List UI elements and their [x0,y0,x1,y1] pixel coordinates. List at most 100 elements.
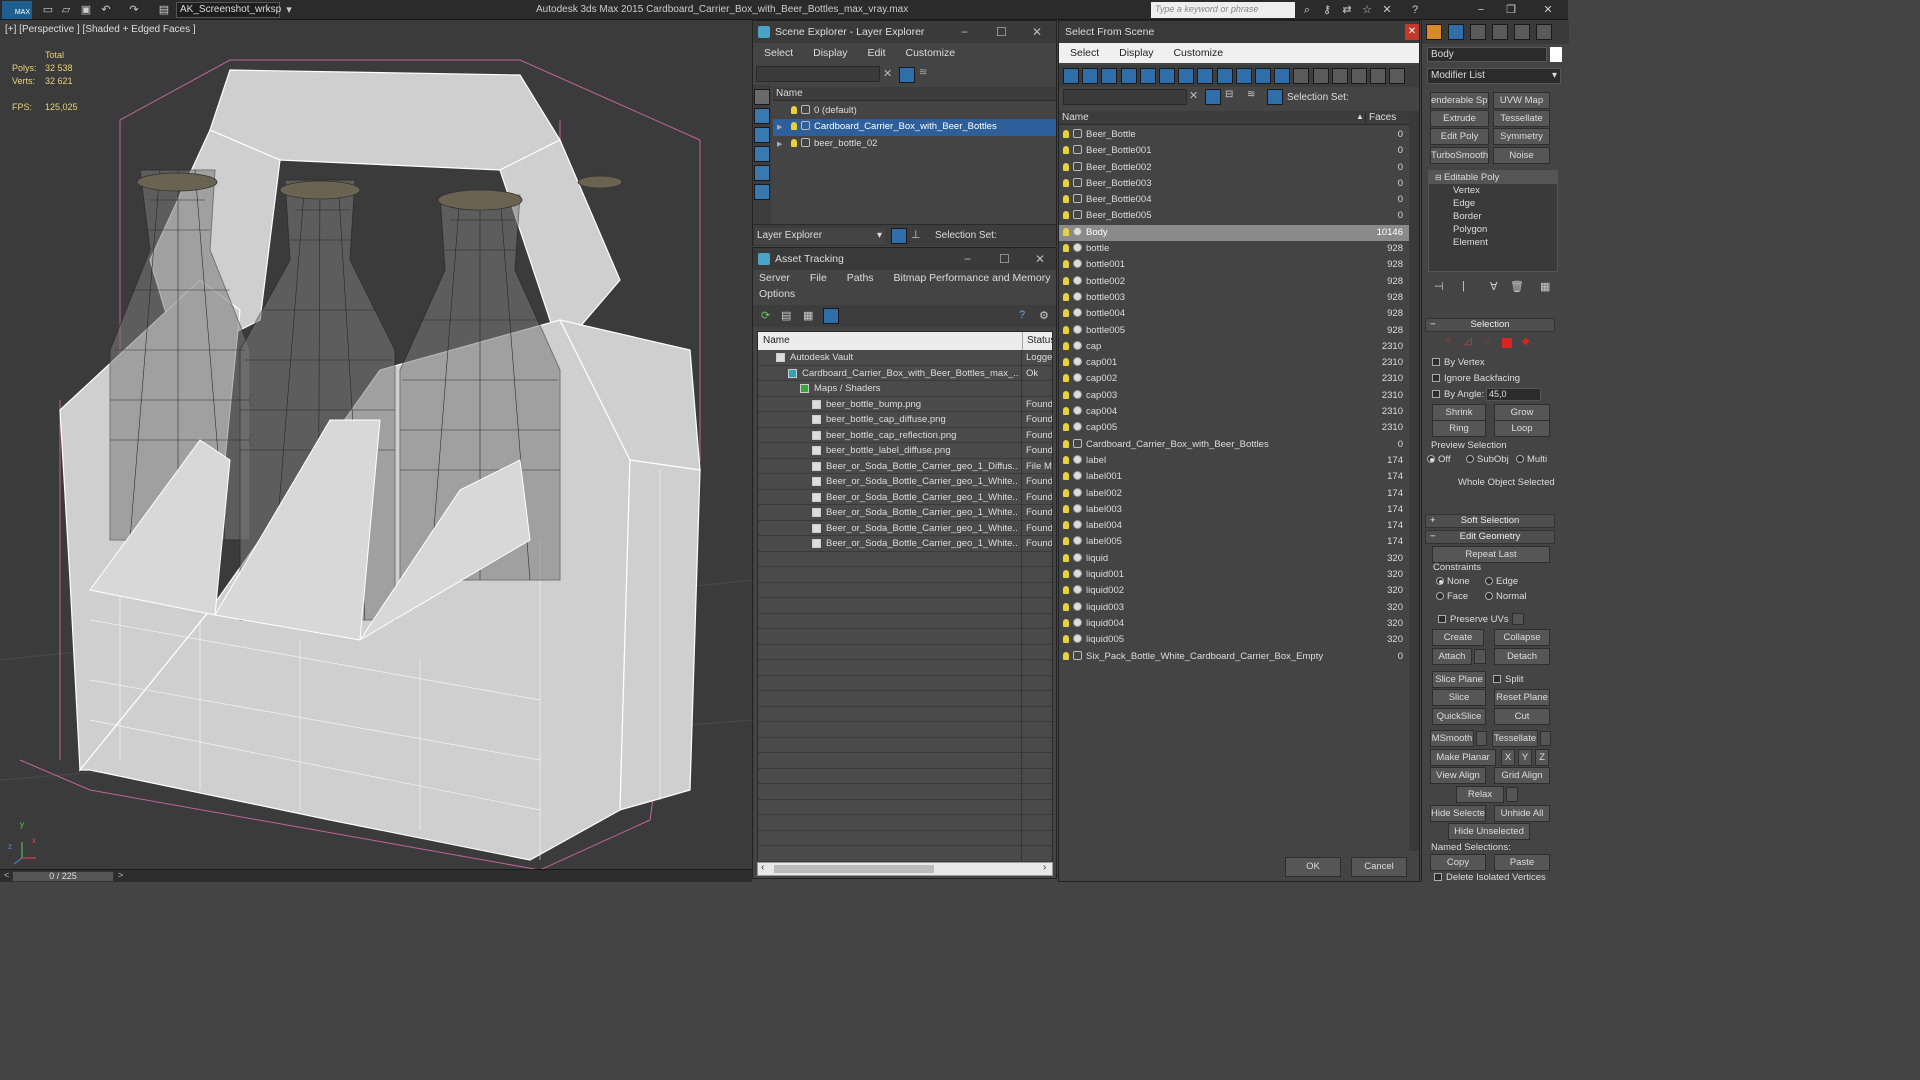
edge-mode-icon[interactable]: ◿ [1464,336,1472,347]
asset-row[interactable]: beer_bottle_cap_reflection.png Found [758,428,1052,443]
display-spacewarps-icon[interactable] [754,184,770,200]
scene-object-row[interactable]: bottle002 928 [1059,274,1409,290]
filter-helpers-icon[interactable] [1139,68,1156,84]
menu-paths[interactable]: Paths [847,272,874,284]
scene-object-row[interactable]: Beer_Bottle003 0 [1059,176,1409,192]
close-icon[interactable]: ✕ [1540,3,1556,17]
light-bulb-icon[interactable] [1063,390,1069,399]
filter-icon[interactable] [899,67,915,83]
menu-select[interactable]: Select [764,47,793,59]
preview-off-radio[interactable]: Off [1427,454,1451,465]
scene-object-row[interactable]: Six_Pack_Bottle_White_Cardboard_Carrier_… [1059,649,1409,665]
help-icon[interactable]: ? [1407,3,1423,17]
scene-explorer-titlebar[interactable]: Scene Explorer - Layer Explorer − ☐ ✕ [753,21,1056,43]
layer-row[interactable]: ▶ beer_bottle_02 [773,136,1056,152]
ring-button[interactable]: Ring [1432,420,1486,437]
filter-display-all-icon[interactable] [1293,68,1310,84]
light-bulb-icon[interactable] [1063,244,1069,253]
layer-row-selected[interactable]: ▶ Cardboard_Carrier_Box_with_Beer_Bottles [773,119,1056,136]
light-bulb-icon[interactable] [1063,537,1069,546]
view-align-button[interactable]: View Align [1430,767,1486,784]
scene-object-row[interactable]: liquid004 320 [1059,616,1409,632]
hide-selected-button[interactable]: Hide Selected [1430,805,1486,822]
asset-row[interactable]: Autodesk Vault Logged [758,350,1052,366]
modifier-edit-poly-button[interactable]: Edit Poly [1430,128,1489,145]
light-bulb-icon[interactable] [1063,358,1069,367]
scene-object-row[interactable]: bottle004 928 [1059,306,1409,322]
explorer-type-dropdown[interactable]: Layer Explorer ▾ [755,228,885,244]
select-from-scene-titlebar[interactable]: Select From Scene ✕ [1059,21,1419,43]
create-button[interactable]: Create [1432,629,1484,646]
selection-rollout[interactable]: − Selection [1425,318,1555,332]
filter-icon[interactable] [1205,89,1221,105]
grow-button[interactable]: Grow [1494,404,1550,421]
light-bulb-icon[interactable] [1063,325,1069,334]
light-bulb-icon[interactable] [1063,423,1069,432]
paste-button[interactable]: Paste [1494,854,1550,871]
binoculars-icon[interactable]: ⌕ [1299,3,1315,17]
tessellate-settings-icon[interactable] [1540,731,1551,746]
repeat-last-button[interactable]: Repeat Last [1432,546,1550,563]
msmooth-button[interactable]: MSmooth [1430,730,1474,747]
tessellate-button[interactable]: Tessellate [1492,730,1538,747]
timeline-frame[interactable]: 0 / 225 [12,871,114,882]
reset-plane-button[interactable]: Reset Plane [1494,689,1550,706]
scene-object-row[interactable]: Beer_Bottle005 0 [1059,208,1409,224]
remove-modifier-icon[interactable]: 🗑 [1510,280,1524,293]
maximize-icon[interactable]: ☐ [999,248,1010,270]
ignore-backfacing-checkbox[interactable]: Ignore Backfacing [1432,373,1520,384]
scene-object-row[interactable]: cap 2310 [1059,339,1409,355]
thumbnail-icon[interactable]: ▦ [803,309,813,322]
light-bulb-icon[interactable] [1063,602,1069,611]
light-bulb-icon[interactable] [1063,618,1069,627]
menu-customize[interactable]: Customize [905,47,955,59]
scene-object-row[interactable]: liquid005 320 [1059,632,1409,648]
scene-object-row[interactable]: cap002 2310 [1059,371,1409,387]
light-bulb-icon[interactable] [1063,227,1069,236]
scene-object-row-selected[interactable]: Body 10146 [1059,224,1409,242]
table-view-icon[interactable] [823,308,839,324]
delete-isolated-checkbox[interactable]: Delete Isolated Vertices [1434,872,1546,883]
layers-toggle-icon[interactable]: ≋ [919,67,933,81]
scroll-thumb[interactable] [774,865,934,873]
filter-containers-icon[interactable] [1235,68,1252,84]
light-bulb-icon[interactable] [1063,553,1069,562]
column-status[interactable]: Status [1022,332,1052,350]
close-icon[interactable]: ✕ [1032,21,1042,43]
menu-select[interactable]: Select [1070,47,1099,59]
split-checkbox[interactable]: Split [1493,674,1523,685]
motion-tab-icon[interactable] [1492,24,1508,40]
asset-row[interactable]: Beer_or_Soda_Bottle_Carrier_geo_1_White.… [758,505,1052,521]
column-name[interactable]: Name [763,332,790,350]
copy-button[interactable]: Copy [1430,854,1486,871]
slice-plane-button[interactable]: Slice Plane [1432,671,1486,688]
select-children-icon[interactable] [1267,89,1283,105]
hierarchy-icon[interactable]: ⊥ [911,228,921,241]
stack-editable-poly[interactable]: ⊟ Editable Poly [1429,171,1557,184]
scene-object-row[interactable]: Beer_Bottle004 0 [1059,192,1409,208]
light-bulb-icon[interactable] [1063,211,1069,220]
make-planar-button[interactable]: Make Planar [1430,749,1496,766]
preview-multi-radio[interactable]: Multi [1516,454,1547,465]
light-bulb-icon[interactable] [1063,586,1069,595]
modifier-extrude-button[interactable]: Extrude [1430,110,1489,127]
asset-row[interactable]: Cardboard_Carrier_Box_with_Beer_Bottles_… [758,366,1052,381]
scene-object-row[interactable]: label004 174 [1059,518,1409,534]
border-mode-icon[interactable]: ◌ [1484,336,1490,347]
timeline-slider[interactable]: < 0 / 225 > [0,869,752,882]
planar-x-button[interactable]: X [1501,749,1515,766]
menu-server[interactable]: Server [759,272,790,284]
attach-button[interactable]: Attach [1432,648,1472,665]
timeline-prev-button[interactable]: < [4,870,9,880]
hierarchy-tab-icon[interactable] [1470,24,1486,40]
menu-file[interactable]: File [810,272,827,284]
object-color-swatch[interactable] [1550,47,1562,62]
key-icon[interactable]: ⚷ [1319,3,1335,17]
scroll-left-icon[interactable]: ‹ [761,862,764,873]
asset-row[interactable]: Maps / Shaders [758,381,1052,397]
light-bulb-icon[interactable] [1063,455,1069,464]
collapse-button[interactable]: Collapse [1494,629,1550,646]
light-bulb-icon[interactable] [1063,651,1069,660]
filter-filter-icon[interactable] [1351,68,1367,84]
by-angle-checkbox[interactable]: By Angle: [1432,389,1484,400]
